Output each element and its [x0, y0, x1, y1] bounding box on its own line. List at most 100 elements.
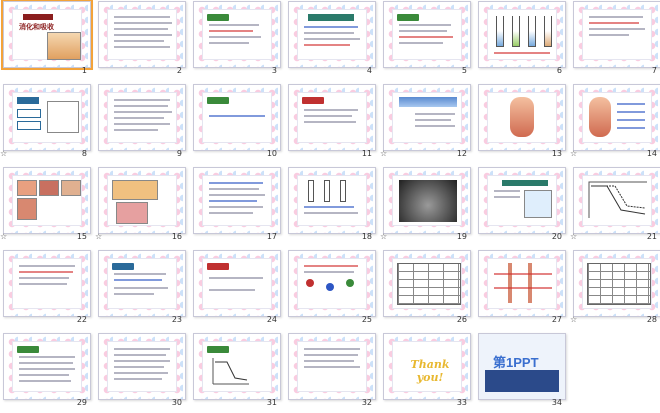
flow-box [17, 97, 39, 104]
slide-thumbnail[interactable]: 27 [475, 249, 570, 330]
slide-preview[interactable] [288, 167, 376, 234]
line-graph [212, 358, 249, 385]
slide-preview[interactable] [288, 250, 376, 317]
slide-transition-icon[interactable]: ☆ [0, 149, 7, 158]
slide-thumbnail[interactable]: 22 [0, 249, 95, 330]
food-image [47, 32, 81, 60]
slide-thumbnail[interactable]: 20 [475, 166, 570, 247]
slide-preview[interactable] [98, 250, 186, 317]
slide-preview[interactable] [98, 333, 186, 400]
slide-preview[interactable] [573, 1, 660, 68]
slide-preview[interactable] [383, 84, 471, 151]
slide-preview[interactable] [573, 84, 660, 151]
slide-transition-icon[interactable]: ☆ [380, 232, 387, 241]
slide-number: 2 [176, 66, 182, 75]
slide-thumbnail[interactable]: 4 [285, 0, 380, 81]
slide-thumbnail[interactable]: ☆ 19 [380, 166, 475, 247]
slide-preview[interactable] [98, 84, 186, 151]
section-tag [397, 14, 419, 21]
slide-thumbnail[interactable]: 29 [0, 332, 95, 413]
slide-preview[interactable] [573, 167, 660, 234]
slide-preview[interactable] [3, 84, 91, 151]
slide-preview[interactable] [573, 250, 660, 317]
slide-body [582, 175, 652, 226]
slide-preview[interactable] [478, 250, 566, 317]
slide-preview[interactable]: Thank you! [383, 333, 471, 400]
slide-preview[interactable] [98, 1, 186, 68]
slide-thumbnail[interactable]: 5 [380, 0, 475, 81]
slide-thumbnail[interactable]: ☆ 21 [570, 166, 660, 247]
slide-preview[interactable] [193, 84, 281, 151]
slide-transition-icon[interactable]: ☆ [95, 232, 102, 241]
slide-thumbnail[interactable]: Thank you! 33 [380, 332, 475, 413]
slide-preview[interactable] [383, 167, 471, 234]
slide-preview[interactable] [478, 1, 566, 68]
slide-thumbnail[interactable]: 消化和吸收 1 [0, 0, 95, 81]
slide-number: 32 [361, 398, 372, 407]
slide-thumbnail[interactable]: 11 [285, 83, 380, 164]
slide-thumbnail[interactable]: 30 [95, 332, 190, 413]
slide-preview[interactable] [288, 84, 376, 151]
slide-preview[interactable] [383, 1, 471, 68]
slide-preview[interactable] [193, 167, 281, 234]
slide-number: 5 [461, 66, 467, 75]
slide-thumbnail[interactable]: ☆ 15 [0, 166, 95, 247]
slide-number: 10 [266, 149, 277, 158]
slide-transition-icon[interactable]: ☆ [0, 232, 7, 241]
slide-thumbnail[interactable]: 10 [190, 83, 285, 164]
slide-thumbnail[interactable]: 24 [190, 249, 285, 330]
slide-body [487, 9, 557, 60]
slide-thumbnail[interactable]: ☆ 28 [570, 249, 660, 330]
slide-preview[interactable]: 消化和吸收 [1, 0, 93, 70]
slide-thumbnail[interactable]: 18 [285, 166, 380, 247]
slide-thumbnail[interactable]: 6 [475, 0, 570, 81]
slide-thumbnail[interactable]: 3 [190, 0, 285, 81]
slide-thumbnail[interactable]: 17 [190, 166, 285, 247]
slide-number: 12 [456, 149, 467, 158]
slide-thumbnail[interactable]: 9 [95, 83, 190, 164]
slide-thumbnail[interactable]: 2 [95, 0, 190, 81]
test-tube-photo [399, 180, 457, 222]
slide-thumbnail[interactable]: 32 [285, 332, 380, 413]
slide-preview[interactable] [478, 167, 566, 234]
slide-preview[interactable] [288, 333, 376, 400]
slide-thumbnail[interactable]: ☆ 8 [0, 83, 95, 164]
slide-transition-icon[interactable]: ☆ [380, 149, 387, 158]
section-tag [207, 14, 229, 21]
slide-thumbnail[interactable]: 25 [285, 249, 380, 330]
organ-image [17, 198, 37, 220]
slide-preview[interactable] [3, 167, 91, 234]
slide-body [12, 92, 82, 143]
slide-body [12, 341, 82, 392]
slide-transition-icon[interactable]: ☆ [570, 315, 577, 324]
slide-thumbnail[interactable]: 23 [95, 249, 190, 330]
slide-preview[interactable] [3, 333, 91, 400]
slide-preview[interactable] [383, 250, 471, 317]
slide-thumbnail[interactable]: ☆ 12 [380, 83, 475, 164]
slide-preview[interactable] [193, 333, 281, 400]
slide-thumbnail[interactable]: 7 [570, 0, 660, 81]
slide-preview[interactable] [3, 250, 91, 317]
slide-thumbnail[interactable]: 26 [380, 249, 475, 330]
slide-thumbnail[interactable]: 13 [475, 83, 570, 164]
slide-transition-icon[interactable]: ☆ [570, 149, 577, 158]
slide-preview[interactable]: 第1PPT [478, 333, 566, 400]
test-tube-icon [324, 180, 330, 202]
header-image [399, 97, 457, 107]
slide-preview[interactable] [98, 167, 186, 234]
slide-preview[interactable] [288, 1, 376, 68]
slide-thumbnail[interactable]: ☆ 16 [95, 166, 190, 247]
slide-number: 9 [176, 149, 182, 158]
slide-number: 6 [556, 66, 562, 75]
slide-preview[interactable] [193, 250, 281, 317]
slide-thumbnail[interactable]: ☆ 14 [570, 83, 660, 164]
slide-transition-icon[interactable]: ☆ [570, 232, 577, 241]
data-table [397, 263, 461, 305]
slide-preview[interactable] [193, 1, 281, 68]
slide-thumbnail[interactable]: 第1PPT 34 [475, 332, 570, 413]
molecule-icon [306, 279, 314, 287]
slide-thumbnail[interactable]: 31 [190, 332, 285, 413]
slide-preview[interactable] [478, 84, 566, 151]
digestive-system-image [510, 97, 534, 137]
organ-image [39, 180, 59, 196]
